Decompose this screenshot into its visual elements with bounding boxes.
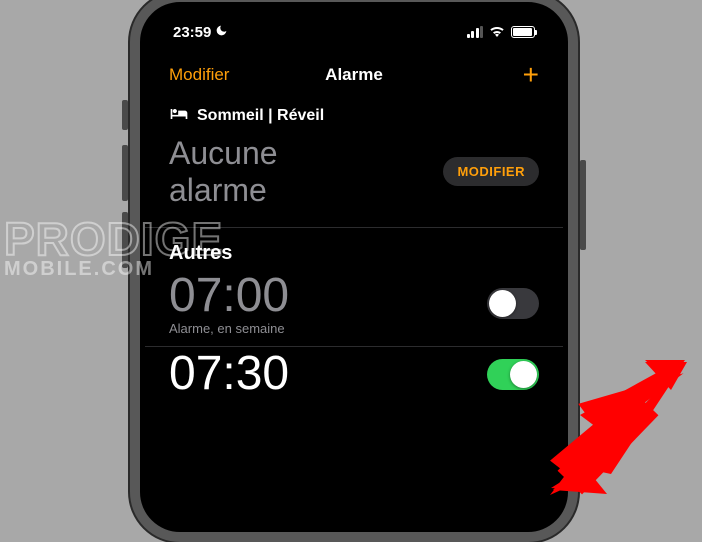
cellular-signal-icon xyxy=(467,26,484,38)
alarm-row[interactable]: 07:00 Alarme, en semaine xyxy=(145,269,563,347)
others-section-header: Autres xyxy=(145,228,563,269)
nav-bar: Modifier Alarme + xyxy=(145,47,563,99)
edit-button[interactable]: Modifier xyxy=(169,65,229,85)
status-time: 23:59 xyxy=(173,24,211,41)
no-alarm-text: Aucune alarme xyxy=(169,135,278,209)
add-alarm-button[interactable]: + xyxy=(523,61,539,89)
alarm-toggle[interactable] xyxy=(487,359,539,390)
page-title: Alarme xyxy=(325,65,383,85)
alarm-time: 07:30 xyxy=(169,349,289,399)
alarm-label: Alarme, en semaine xyxy=(169,321,289,336)
screen: 23:59 Modifier Alarme + xyxy=(145,7,563,527)
mute-switch xyxy=(122,100,128,130)
modify-sleep-button[interactable]: MODIFIER xyxy=(443,157,539,186)
battery-icon xyxy=(511,26,535,38)
sleep-section-header: Sommeil | Réveil xyxy=(145,99,563,131)
alarm-toggle[interactable] xyxy=(487,288,539,319)
do-not-disturb-icon xyxy=(215,24,228,40)
power-button xyxy=(580,160,586,250)
alarm-row[interactable]: 07:30 xyxy=(145,347,563,409)
wifi-icon xyxy=(489,24,505,41)
bed-icon xyxy=(169,107,189,125)
sleep-section-label: Sommeil | Réveil xyxy=(197,107,324,125)
volume-up-button xyxy=(122,145,128,201)
volume-down-button xyxy=(122,212,128,268)
alarm-time: 07:00 xyxy=(169,271,289,321)
sleep-alarm-row: Aucune alarme MODIFIER xyxy=(145,131,563,228)
phone-frame: 23:59 Modifier Alarme + xyxy=(130,0,578,542)
notch xyxy=(259,7,449,35)
